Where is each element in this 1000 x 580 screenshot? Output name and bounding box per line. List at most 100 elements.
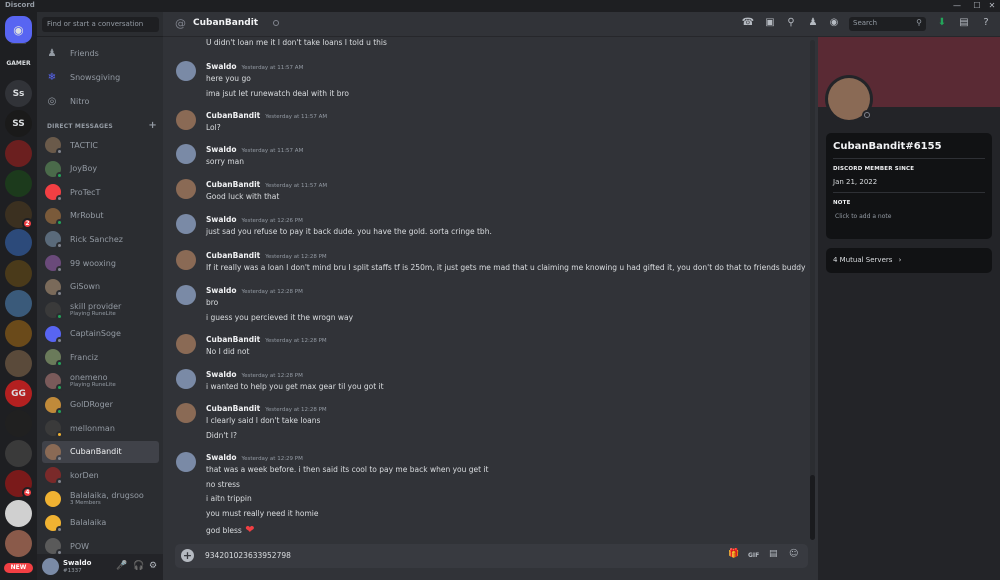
- dm-item[interactable]: korDen: [42, 464, 159, 486]
- search-input[interactable]: Search ⚲: [849, 17, 926, 31]
- inbox-icon[interactable]: ▤: [957, 17, 971, 28]
- gif-icon[interactable]: GIF: [748, 552, 759, 559]
- scrollbar-track[interactable]: [810, 40, 815, 540]
- avatar[interactable]: [176, 110, 196, 130]
- dm-item[interactable]: CaptainSoge: [42, 323, 159, 345]
- minimize-icon[interactable]: —: [950, 0, 964, 11]
- message-author[interactable]: Swaldo Yesterday at 12:28 PM: [206, 370, 303, 379]
- avatar[interactable]: [176, 214, 196, 234]
- message-author[interactable]: CubanBandit Yesterday at 11:57 AM: [206, 111, 327, 120]
- maximize-icon[interactable]: ☐: [970, 0, 984, 11]
- server-icon[interactable]: [5, 440, 32, 467]
- dm-name: onemeno: [70, 373, 108, 382]
- video-call-icon[interactable]: ▣: [763, 17, 777, 28]
- message-input[interactable]: 934201023633952798: [205, 551, 291, 560]
- server-icon[interactable]: [5, 500, 32, 527]
- server-icon[interactable]: [5, 320, 32, 347]
- server-icon[interactable]: [5, 229, 32, 256]
- message-author[interactable]: CubanBandit Yesterday at 12:28 PM: [206, 335, 327, 344]
- dm-item[interactable]: Rick Sanchez: [42, 228, 159, 250]
- server-icon[interactable]: GAMER: [5, 56, 32, 70]
- nav-friends[interactable]: ♟ Friends: [42, 43, 159, 63]
- avatar[interactable]: [42, 558, 59, 575]
- discord-home-icon[interactable]: ◉: [5, 16, 32, 43]
- dm-item[interactable]: ProTecT: [42, 181, 159, 203]
- dm-name: Rick Sanchez: [70, 234, 123, 244]
- server-icon[interactable]: [5, 140, 32, 167]
- profile-toggle-icon[interactable]: ◉: [827, 17, 841, 28]
- server-icon[interactable]: [5, 410, 32, 437]
- avatar[interactable]: [176, 403, 196, 423]
- dm-text: Rick Sanchez: [70, 235, 123, 244]
- server-icon[interactable]: [5, 530, 32, 557]
- server-icon[interactable]: Ss: [5, 80, 32, 107]
- gift-icon[interactable]: 🎁: [728, 549, 739, 559]
- nav-nitro[interactable]: ◎ Nitro: [42, 91, 159, 111]
- message-text: I clearly said I don't take loans: [206, 416, 320, 425]
- find-conversation-input[interactable]: Find or start a conversation: [42, 17, 159, 32]
- server-icon[interactable]: [5, 170, 32, 197]
- server-icon[interactable]: [5, 350, 32, 377]
- sticker-icon[interactable]: ▤: [769, 549, 778, 559]
- message-author[interactable]: Swaldo Yesterday at 11:57 AM: [206, 145, 303, 154]
- server-icon[interactable]: GG: [5, 380, 32, 407]
- message-text: i aitn trippin: [206, 494, 252, 503]
- dm-item[interactable]: Balalaika: [42, 512, 159, 534]
- scrollbar-thumb[interactable]: [810, 475, 815, 540]
- attach-plus-icon[interactable]: +: [181, 549, 194, 562]
- message-author[interactable]: Swaldo Yesterday at 12:28 PM: [206, 286, 303, 295]
- mute-icon[interactable]: 🎤: [116, 561, 127, 571]
- message-author[interactable]: CubanBandit Yesterday at 12:28 PM: [206, 251, 327, 260]
- add-friend-icon[interactable]: ♟: [806, 17, 820, 28]
- user-profile-panel: CubanBandit#6155 DISCORD MEMBER SINCE Ja…: [818, 37, 1000, 580]
- message-author[interactable]: Swaldo Yesterday at 12:26 PM: [206, 215, 303, 224]
- dm-item[interactable]: TACTIC: [42, 134, 159, 156]
- message-author[interactable]: CubanBandit Yesterday at 12:28 PM: [206, 404, 327, 413]
- download-icon[interactable]: ⬇: [935, 17, 949, 28]
- message-content: i aitn trippin: [206, 494, 252, 504]
- dm-item[interactable]: 99 wooxing: [42, 252, 159, 274]
- message-text: that was a week before. i then said its …: [206, 465, 488, 474]
- dm-item[interactable]: CubanBandit: [42, 440, 159, 463]
- dm-item[interactable]: MrRobut: [42, 205, 159, 227]
- message-author[interactable]: Swaldo Yesterday at 11:57 AM: [206, 62, 303, 71]
- dm-item[interactable]: Franciz: [42, 346, 159, 368]
- avatar[interactable]: [176, 179, 196, 199]
- dm-item[interactable]: JoyBoy: [42, 158, 159, 180]
- message-author[interactable]: CubanBandit Yesterday at 11:57 AM: [206, 180, 327, 189]
- message-text: here you go: [206, 74, 251, 83]
- server-icon[interactable]: [5, 290, 32, 317]
- dm-item[interactable]: mellonman: [42, 417, 159, 439]
- dm-item[interactable]: GolDRoger: [42, 394, 159, 416]
- close-icon[interactable]: ✕: [985, 0, 999, 11]
- status-dot: [56, 454, 63, 462]
- pin-icon[interactable]: ⚲: [784, 17, 798, 28]
- avatar[interactable]: [176, 144, 196, 164]
- avatar[interactable]: [176, 334, 196, 354]
- message-composer[interactable]: + 934201023633952798 🎁 GIF ▤ ☺: [175, 544, 808, 568]
- note-input[interactable]: Click to add a note: [835, 213, 891, 220]
- emoji-icon[interactable]: ☺: [789, 549, 798, 559]
- avatar[interactable]: [176, 250, 196, 270]
- dm-item[interactable]: onemeno Playing RuneLite: [42, 370, 159, 392]
- avatar[interactable]: [176, 61, 196, 81]
- mutual-servers-button[interactable]: 4 Mutual Servers ›: [826, 248, 992, 273]
- help-icon[interactable]: ?: [979, 17, 993, 28]
- avatar[interactable]: [176, 369, 196, 389]
- avatar[interactable]: [176, 285, 196, 305]
- create-dm-icon[interactable]: +: [148, 120, 157, 131]
- avatar[interactable]: [176, 452, 196, 472]
- dm-item[interactable]: GiSown: [42, 276, 159, 298]
- server-icon[interactable]: [5, 260, 32, 287]
- dm-item[interactable]: Balalaika, drugsoo 3 Members: [42, 488, 159, 510]
- avatar: [45, 160, 63, 179]
- server-icon[interactable]: SS: [5, 110, 32, 137]
- profile-avatar[interactable]: [825, 75, 873, 123]
- deafen-icon[interactable]: 🎧: [133, 561, 144, 571]
- message-author[interactable]: Swaldo Yesterday at 12:29 PM: [206, 453, 303, 462]
- nav-snowsgiving[interactable]: ❄ Snowsgiving: [42, 67, 159, 87]
- voice-call-icon[interactable]: ☎: [741, 17, 755, 28]
- settings-gear-icon[interactable]: ⚙: [149, 561, 157, 571]
- author-name: CubanBandit: [206, 180, 261, 189]
- dm-item[interactable]: skill provider Playing RuneLite: [42, 299, 159, 321]
